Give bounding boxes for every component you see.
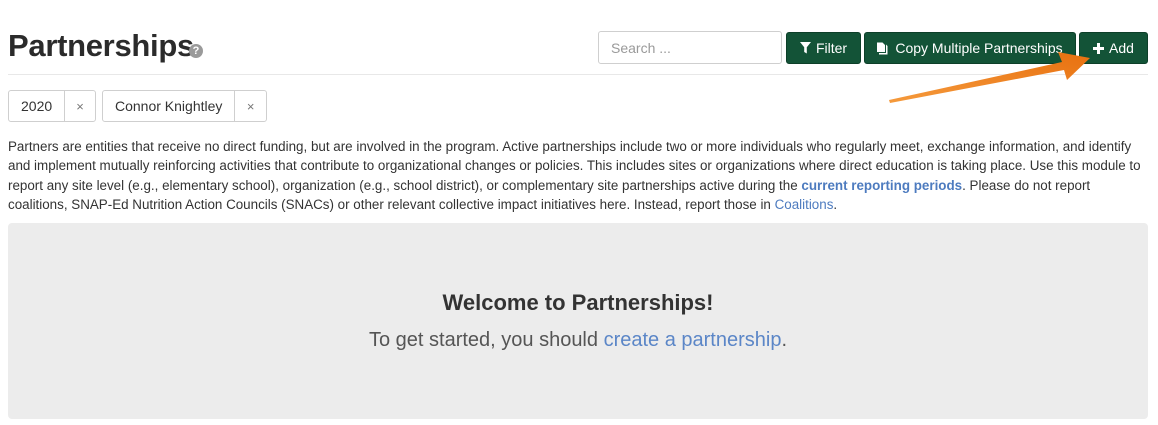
copy-multiple-partnerships-button[interactable]: Copy Multiple Partnerships [864,32,1076,64]
filter-button-label: Filter [815,40,848,56]
copy-icon [877,42,888,54]
welcome-panel: Welcome to Partnerships! To get started,… [8,223,1148,419]
filter-chip-person: Connor Knightley × [102,90,267,122]
remove-filter-button[interactable]: × [234,91,266,121]
copy-button-label: Copy Multiple Partnerships [895,40,1063,56]
page-title: Partnerships [8,28,194,63]
welcome-text-suffix: . [781,329,788,351]
coalitions-link[interactable]: Coalitions [775,197,834,212]
current-reporting-periods-link[interactable]: current reporting periods [801,178,962,193]
filter-chip-label: Connor Knightley [115,98,223,114]
add-button-label: Add [1109,40,1134,56]
header-divider [8,74,1148,75]
add-button[interactable]: Add [1079,32,1148,64]
welcome-text: To get started, you should create a part… [8,329,1148,352]
welcome-text-prefix: To get started, you should [368,329,604,351]
filter-button[interactable]: Filter [786,32,861,64]
filter-chip-label: 2020 [21,98,53,114]
question-circle-icon[interactable]: ? [189,44,203,58]
create-partnership-link[interactable]: create a partnership [604,329,782,351]
remove-filter-button[interactable]: × [64,91,95,121]
welcome-title: Welcome to Partnerships! [442,290,714,315]
filter-icon [799,42,811,54]
description-text: . [833,196,838,212]
module-description: Partners are entities that receive no di… [8,137,1153,214]
filter-chip-year: 2020 × [8,90,96,122]
search-input[interactable] [598,31,782,64]
plus-icon [1093,42,1105,54]
